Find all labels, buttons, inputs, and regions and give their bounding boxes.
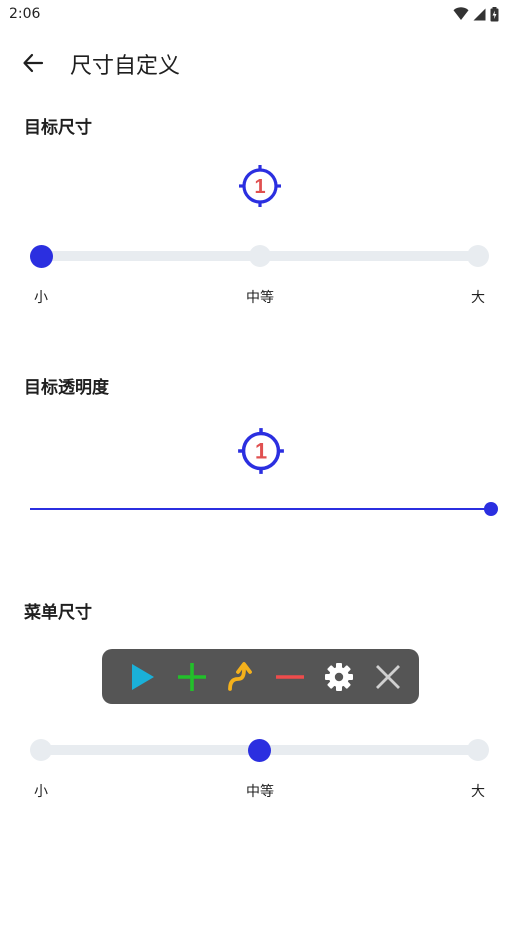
section-title-menu-size: 菜单尺寸 [24,603,92,623]
section-title-target-opacity: 目标透明度 [24,378,109,398]
wifi-icon [453,7,469,20]
slider-active-track [30,508,490,510]
menu-size-slider[interactable] [30,738,490,762]
play-icon [126,660,160,694]
minus-icon [273,660,307,694]
section-title-target-size: 目标尺寸 [24,118,92,138]
slider-stop-small[interactable] [30,739,52,761]
tick-label-medium: 中等 [246,290,274,306]
arrow-back-icon [23,53,44,73]
slider-stop-medium[interactable] [249,245,271,267]
close-icon [371,660,405,694]
target-number: 1 [254,176,265,198]
battery-icon [490,6,499,21]
app-bar: 尺寸自定义 [0,40,521,84]
slider-stop-large[interactable] [467,245,489,267]
tick-label-small: 小 [34,290,48,306]
status-icons [453,6,499,22]
target-preview-icon: 1 [239,165,281,207]
gear-icon [322,660,356,694]
target-size-slider[interactable] [30,244,490,268]
target-opacity-preview-icon: 1 [238,428,284,474]
tick-label-medium: 中等 [246,784,274,800]
tick-label-large: 大 [471,784,485,800]
plus-icon [175,660,209,694]
cell-signal-icon [473,8,486,20]
tick-label-small: 小 [34,784,48,800]
slider-thumb[interactable] [248,739,271,762]
target-opacity-number: 1 [255,439,267,464]
slider-thumb[interactable] [30,245,53,268]
slider-thumb[interactable] [484,502,498,516]
tick-label-large: 大 [471,290,485,306]
page-title: 尺寸自定义 [70,54,181,79]
curved-arrow-icon [224,660,258,694]
status-bar: 2:06 [0,0,521,28]
menu-preview-bar [102,649,419,704]
status-time: 2:06 [9,6,41,22]
back-button[interactable] [18,48,48,78]
target-opacity-slider[interactable] [30,499,498,519]
slider-stop-large[interactable] [467,739,489,761]
